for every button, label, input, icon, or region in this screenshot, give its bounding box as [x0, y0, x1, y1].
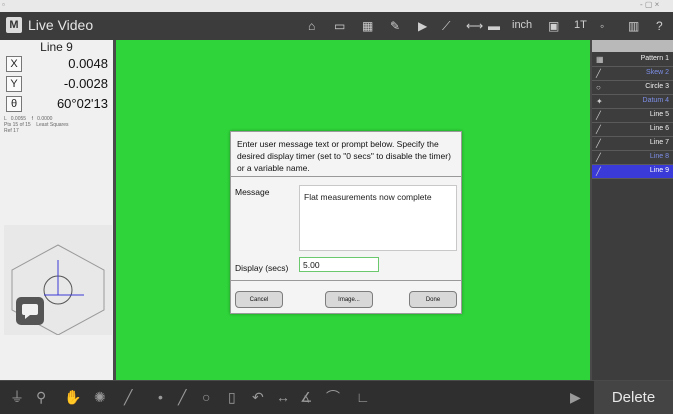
circle-feature-icon[interactable]: ○ — [202, 389, 210, 405]
zoom-icon[interactable]: ⚲ — [36, 389, 46, 405]
x-axis-value: 0.0048 — [68, 56, 108, 71]
feature-label: Line 7 — [649, 139, 669, 146]
pattern-icon: ▦ — [596, 55, 604, 64]
dms-icon[interactable]: ◦ — [600, 18, 604, 34]
video-icon[interactable]: ▭ — [334, 18, 345, 34]
line-icon: ╱ — [596, 167, 601, 176]
feature-list-item[interactable]: ╱ Line 6 — [592, 123, 673, 137]
display-secs-input[interactable] — [299, 257, 379, 272]
slot-feature-icon[interactable]: ▯ — [228, 389, 236, 405]
dro-panel: Line 9 X 0.0048 Y -0.0028 θ 60°02'13 L 0… — [0, 40, 113, 380]
angle-feature-icon[interactable]: ∡ — [300, 389, 313, 405]
y-axis-row: Y -0.0028 — [6, 76, 110, 92]
chart-icon[interactable]: ▥ — [628, 18, 639, 34]
perpendicular-feature-icon[interactable]: ∟ — [356, 389, 370, 405]
feature-list-panel: ▦ Pattern 1 ╱ Skew 2 ○ Circle 3 ✦ Datum 4 ╱ Line … — [592, 40, 673, 380]
theta-axis-value: 60°02'13 — [56, 96, 108, 111]
line-icon: ╱ — [596, 111, 601, 120]
feature-label: Line 6 — [649, 125, 669, 132]
feature-label: Line 5 — [649, 111, 669, 118]
message-step-button[interactable] — [16, 297, 44, 325]
line-icon: ╱ — [596, 125, 601, 134]
done-button[interactable]: Done — [409, 291, 457, 308]
lock-icon[interactable]: ▣ — [548, 18, 559, 34]
theta-axis-button[interactable]: θ — [6, 96, 22, 112]
feature-label: Line 9 — [649, 167, 669, 174]
feature-label: Line 8 — [649, 153, 669, 160]
feature-title: Line 9 — [40, 40, 73, 54]
y-axis-button[interactable]: Y — [6, 76, 22, 92]
qty-label[interactable]: 1T — [574, 19, 587, 31]
divider — [231, 176, 461, 177]
measure-icon[interactable]: ⟷ — [466, 18, 483, 34]
y-axis-value: -0.0028 — [63, 76, 108, 91]
x-axis-row: X 0.0048 — [6, 56, 110, 72]
feature-label: Datum 4 — [642, 97, 669, 104]
feature-label: Skew 2 — [646, 69, 669, 76]
ruler-icon[interactable]: ▬ — [488, 18, 500, 34]
curve-feature-icon[interactable]: ⌒ — [326, 389, 340, 405]
home-icon[interactable]: ⌂ — [308, 18, 315, 34]
grid-icon[interactable]: ▦ — [362, 18, 373, 34]
feature-list-item[interactable]: ╱ Line 9 — [592, 165, 673, 179]
hand-icon[interactable]: ✋ — [64, 389, 81, 405]
unit-label[interactable]: inch — [512, 19, 532, 31]
arc-feature-icon[interactable]: ↶ — [252, 389, 264, 405]
feature-list-item[interactable]: ○ Circle 3 — [592, 81, 673, 95]
cancel-button[interactable]: Cancel — [235, 291, 283, 308]
theta-axis-row: θ 60°02'13 — [6, 96, 110, 112]
bottom-toolbar: ⏚ ⚲ ✋ ✺ ╱ • ╱ ○ ▯ ↶ ↔ ∡ ⌒ ∟ ▶ — [0, 381, 673, 414]
fit-info-line: Ref 17 — [4, 128, 19, 134]
dialog-prompt: Enter user message text or prompt below.… — [237, 139, 451, 173]
line-feature-icon[interactable]: ╱ — [178, 389, 186, 405]
app-logo: M — [6, 17, 22, 33]
probe-icon[interactable]: ✎ — [390, 18, 400, 34]
window-controls[interactable]: - ▢ × — [640, 0, 659, 9]
line-icon: ╱ — [596, 69, 601, 78]
delete-button[interactable]: Delete — [594, 381, 673, 414]
fit-info: L 0.0055 f 0.0000 Pts 15 of 15 Least Squ… — [4, 116, 69, 134]
line-icon: ╱ — [596, 153, 601, 162]
feature-list-item[interactable]: ▦ Pattern 1 — [592, 53, 673, 67]
divider — [231, 280, 461, 281]
feature-label: Circle 3 — [645, 83, 669, 90]
app-small-icon: ▫ — [2, 0, 5, 9]
feature-list-item[interactable]: ╱ Line 5 — [592, 109, 673, 123]
top-toolbar: M Live Video ⌂ ▭ ▦ ✎ ▶ ⟋ ⟷ ▬ inch ▣ 1T ◦… — [0, 12, 673, 40]
display-secs-label: Display (secs) — [235, 263, 289, 273]
distance-feature-icon[interactable]: ↔ — [276, 389, 290, 405]
datum-icon: ✦ — [596, 97, 603, 106]
speech-bubble-icon — [22, 304, 38, 319]
feature-list-item[interactable]: ╱ Skew 2 — [592, 67, 673, 81]
message-dialog: Enter user message text or prompt below.… — [230, 131, 462, 314]
point-tool-icon[interactable]: • — [158, 389, 163, 405]
page-title: Live Video — [28, 17, 94, 33]
light-icon[interactable]: ✺ — [94, 389, 106, 405]
feature-list-tabs[interactable] — [592, 40, 673, 52]
feature-list-item[interactable]: ╱ Line 8 — [592, 151, 673, 165]
play-icon[interactable]: ▶ — [418, 18, 427, 34]
line-tool-icon[interactable]: ╱ — [124, 389, 132, 405]
message-label: Message — [235, 187, 270, 197]
line-icon: ╱ — [596, 139, 601, 148]
play-arrow-icon[interactable]: ▶ — [570, 389, 581, 405]
message-textarea[interactable]: Flat measurements now complete — [299, 185, 457, 251]
help-icon[interactable]: ? — [656, 18, 663, 34]
feature-list-item[interactable]: ✦ Datum 4 — [592, 95, 673, 109]
feature-list-item[interactable]: ╱ Line 7 — [592, 137, 673, 151]
edge-icon[interactable]: ⟋ — [442, 18, 450, 34]
image-button[interactable]: Image... — [325, 291, 373, 308]
x-axis-button[interactable]: X — [6, 56, 22, 72]
probe-tool-icon[interactable]: ⏚ — [10, 389, 24, 405]
feature-label: Pattern 1 — [640, 55, 669, 62]
circle-icon: ○ — [596, 83, 601, 92]
